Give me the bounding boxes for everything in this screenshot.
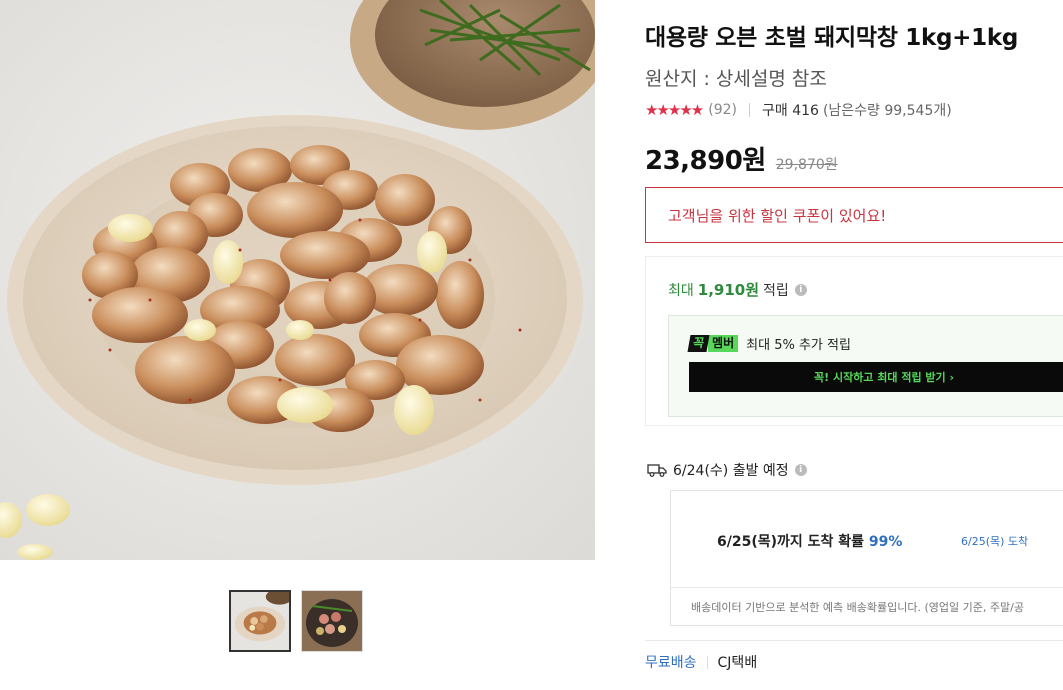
points-suffix: 적립	[763, 282, 789, 299]
arrival-percentage: 99%	[868, 534, 903, 550]
rating-row: ★★★★★ (92) 구매 416 (남은수량 99,545개)	[645, 100, 952, 120]
membership-badge: 꼭 멤버	[687, 335, 739, 352]
arrival-note: 배송데이터 기반으로 분석한 예측 배송확률입니다. (영업일 기준, 주말/공	[691, 601, 1024, 614]
info-icon[interactable]: i	[794, 283, 807, 296]
membership-header: 꼭 멤버 최대 5% 추가 적립	[687, 334, 851, 353]
membership-box: 꼭 멤버 최대 5% 추가 적립 꼭! 시작하고 최대 적립 받기 ›	[668, 315, 1063, 417]
courier-name: CJ택배	[717, 655, 758, 671]
membership-start-button[interactable]: 꼭! 시작하고 최대 적립 받기 ›	[689, 362, 1063, 392]
product-title: 대용량 오븐 초벌 돼지막창 1kg+1kg	[645, 25, 1018, 51]
points-prefix: 최대	[668, 282, 694, 299]
arrival-summary: 6/25(목)까지 도착 확률 99% 6/25(목) 도착	[671, 491, 1063, 589]
arrival-label: 6/25(목)까지 도착 확률	[717, 534, 865, 550]
badge-part-1: 꼭	[687, 335, 710, 352]
arrival-bar-label: 6/25(목) 도착	[961, 535, 1029, 548]
purchase-count: 구매 416	[762, 103, 819, 119]
thumbnail-1[interactable]	[229, 590, 291, 652]
main-product-image	[0, 0, 595, 560]
departure-text: 6/24(수) 출발 예정	[673, 463, 789, 479]
product-info-panel: 대용량 오븐 초벌 돼지막창 1kg+1kg 원산지 : 상세설명 참조 ★★★…	[645, 0, 1063, 690]
free-shipping-label: 무료배송	[645, 655, 697, 671]
divider	[749, 103, 750, 117]
arrival-probability-box: 6/25(목)까지 도착 확률 99% 6/25(목) 도착 배송데이터 기반으…	[670, 490, 1063, 626]
points-amount: 1,910원	[697, 281, 760, 299]
membership-text: 최대 5% 추가 적립	[746, 338, 851, 353]
delivery-line: 무료배송 CJ택배	[645, 652, 757, 672]
arrival-text: 6/25(목)까지 도착 확률 99%	[717, 531, 902, 551]
divider	[706, 655, 708, 669]
remaining-quantity: (남은수량 99,545개)	[822, 103, 952, 119]
departure-line: 6/24(수) 출발 예정 i	[647, 460, 807, 480]
truck-icon	[647, 464, 667, 477]
sale-price: 23,890원	[645, 146, 766, 176]
coupon-button[interactable]: 고객님을 위한 할인 쿠폰이 있어요!	[645, 187, 1063, 243]
original-price: 29,870원	[775, 157, 838, 173]
info-icon[interactable]: i	[794, 464, 807, 476]
divider	[671, 587, 1063, 588]
origin-text: 원산지 : 상세설명 참조	[645, 68, 827, 90]
thumbnail-2[interactable]	[301, 590, 363, 652]
thumbnail-strip	[229, 590, 363, 652]
price-row: 23,890원 29,870원	[645, 140, 838, 177]
badge-part-2: 멤버	[708, 335, 739, 352]
star-icon[interactable]: ★★★★★	[645, 101, 704, 119]
review-count[interactable]: (92)	[708, 102, 737, 118]
points-line: 최대 1,910원 적립 i	[668, 279, 807, 300]
divider	[645, 640, 1063, 641]
points-section: 최대 1,910원 적립 i 꼭 멤버 최대 5% 추가 적립 꼭! 시작하고 …	[645, 256, 1063, 426]
